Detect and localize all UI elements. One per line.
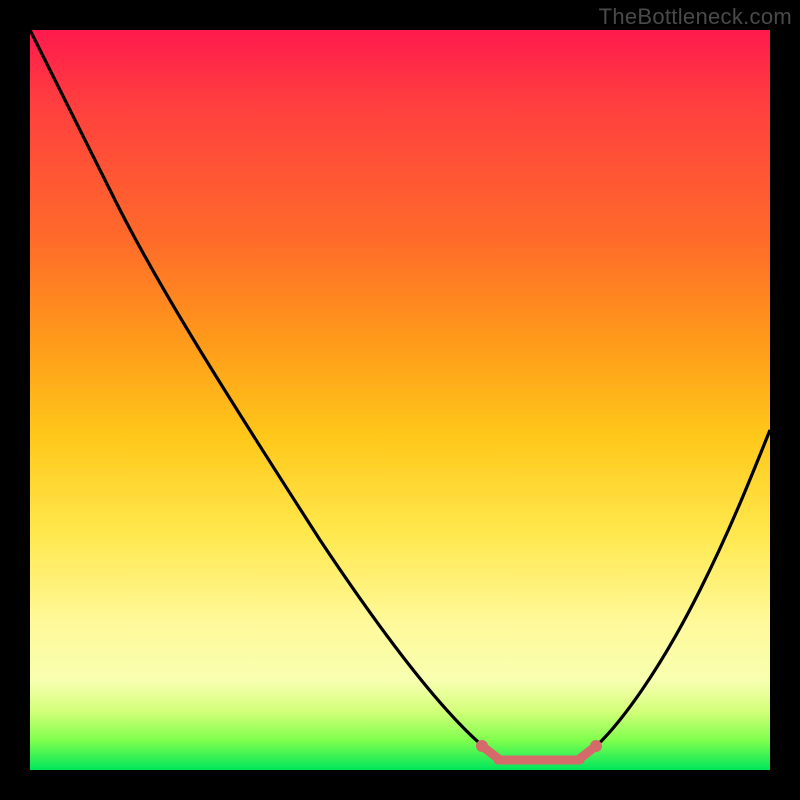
bottleneck-curve <box>30 30 770 770</box>
plot-area <box>30 30 770 770</box>
chart-frame: TheBottleneck.com <box>0 0 800 800</box>
watermark-text: TheBottleneck.com <box>599 4 792 30</box>
flat-valley-segment <box>476 740 602 760</box>
curve-path <box>30 30 770 760</box>
